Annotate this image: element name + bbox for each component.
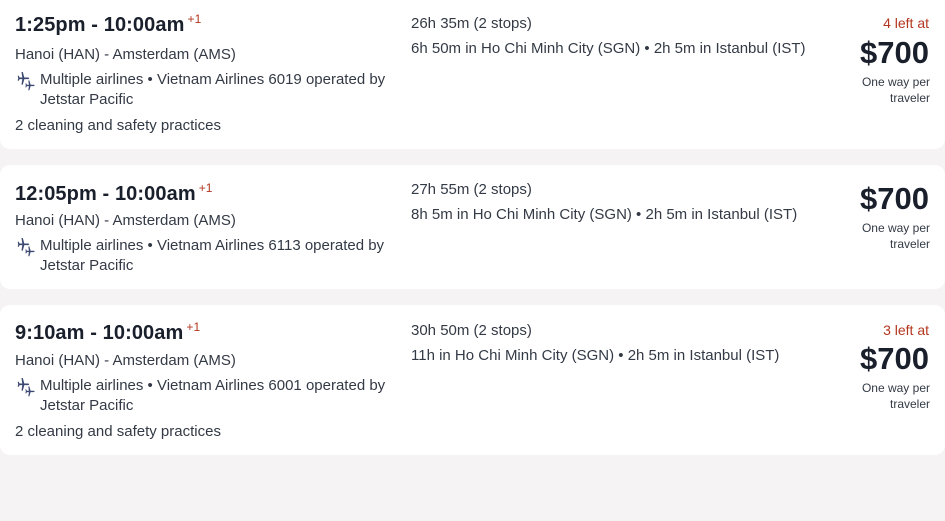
flight-result-card[interactable]: 12:05pm - 10:00am +1 Hanoi (HAN) - Amster… <box>0 165 945 289</box>
layover-details: 11h in Ho Chi Minh City (SGN) • 2h 5m in… <box>411 347 780 364</box>
flight-duration: 30h 50m (2 stops) <box>411 322 532 339</box>
airline-text: Multiple airlines • Vietnam Airlines 600… <box>40 377 386 414</box>
arrival-time: 10:00am <box>114 183 196 205</box>
safety-practices-link[interactable]: 2 cleaning and safety practices <box>15 117 221 134</box>
departure-time: 1:25pm <box>15 14 86 36</box>
seats-left-label: 3 left at <box>883 322 929 338</box>
flight-duration: 26h 35m (2 stops) <box>411 15 532 32</box>
route-label: Hanoi (HAN) - Amsterdam (AMS) <box>15 352 236 369</box>
arrival-time: 10:00am <box>103 14 185 36</box>
multiple-airlines-plane-icon <box>17 238 35 257</box>
price: $700 <box>860 35 929 70</box>
route-label: Hanoi (HAN) - Amsterdam (AMS) <box>15 212 236 229</box>
next-day-indicator: +1 <box>187 12 202 26</box>
layover-details: 6h 50m in Ho Chi Minh City (SGN) • 2h 5m… <box>411 40 806 57</box>
arrival-time: 10:00am <box>102 322 184 344</box>
airline-info: Multiple airlines • Vietnam Airlines 601… <box>15 70 395 110</box>
price-note: One way per traveler <box>861 75 930 105</box>
multiple-airlines-plane-icon <box>17 72 35 91</box>
price-note: One way per traveler <box>861 221 930 251</box>
price: $700 <box>860 181 929 216</box>
price-note: One way per traveler <box>861 381 930 411</box>
departure-time: 12:05pm <box>15 183 97 205</box>
seats-left-label: 4 left at <box>883 15 929 31</box>
multiple-airlines-plane-icon <box>17 378 35 397</box>
flight-result-card[interactable]: 9:10am - 10:00am +1 Hanoi (HAN) - Amsterd… <box>0 305 945 455</box>
time-separator: - <box>84 322 103 344</box>
airline-text: Multiple airlines • Vietnam Airlines 601… <box>40 71 386 108</box>
flight-times: 9:10am - 10:00am +1 <box>15 320 201 345</box>
airline-info: Multiple airlines • Vietnam Airlines 611… <box>15 236 395 276</box>
next-day-indicator: +1 <box>186 320 201 334</box>
time-separator: - <box>96 183 115 205</box>
departure-time: 9:10am <box>15 322 85 344</box>
time-separator: - <box>85 14 104 36</box>
route-label: Hanoi (HAN) - Amsterdam (AMS) <box>15 46 236 63</box>
airline-text: Multiple airlines • Vietnam Airlines 611… <box>40 237 385 274</box>
price: $700 <box>860 341 929 376</box>
flight-times: 12:05pm - 10:00am +1 <box>15 181 213 206</box>
airline-info: Multiple airlines • Vietnam Airlines 600… <box>15 376 395 416</box>
next-day-indicator: +1 <box>198 181 213 195</box>
flight-times: 1:25pm - 10:00am +1 <box>15 12 202 37</box>
layover-details: 8h 5m in Ho Chi Minh City (SGN) • 2h 5m … <box>411 206 798 223</box>
flight-results-list: 1:25pm - 10:00am +1 Hanoi (HAN) - Amsterd… <box>0 0 945 521</box>
flight-duration: 27h 55m (2 stops) <box>411 181 532 198</box>
safety-practices-link[interactable]: 2 cleaning and safety practices <box>15 423 221 440</box>
flight-result-card[interactable]: 1:25pm - 10:00am +1 Hanoi (HAN) - Amsterd… <box>0 0 945 149</box>
